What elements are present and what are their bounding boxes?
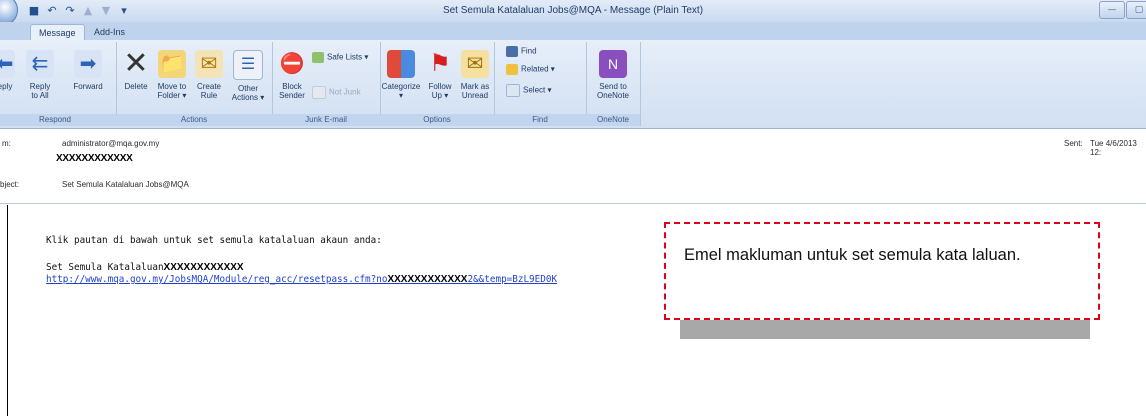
sent-label: Sent: [1064, 139, 1083, 148]
delete-button[interactable]: ✕ Delete [120, 47, 152, 92]
folder-move-icon: 📁 [158, 50, 186, 78]
envelope-icon: ✉ [461, 50, 489, 78]
create-rule-button[interactable]: ✉ Create Rule [192, 50, 226, 100]
not-junk-button[interactable]: Not Junk [312, 86, 361, 99]
to-redacted: XXXXXXXXXXXX [56, 153, 133, 164]
outlook-message-window: ■ ↶ ↷ ▲ ▼ ▾ Set Semula Katalaluan Jobs@M… [0, 0, 1146, 416]
ribbon-tabs: Message Add-Ins [0, 22, 1146, 41]
other-actions-icon: ☰ [233, 50, 263, 80]
categorize-icon [387, 50, 415, 78]
onenote-group: N Send to OneNote OneNote [586, 42, 641, 126]
binoculars-icon [506, 46, 518, 57]
respond-group: ⬅ eply ⇇ Reply to All ➡ Forward Respond [0, 42, 117, 126]
related-icon [506, 64, 518, 75]
block-sender-icon: ⛔ [279, 53, 305, 75]
forward-icon: ➡ [74, 50, 102, 78]
select-cursor-icon [506, 84, 520, 97]
actions-group: ✕ Delete 📁 Move to Folder ▾ ✉ Create Rul… [116, 42, 273, 126]
maximize-button[interactable]: ▢ [1126, 1, 1146, 19]
window-controls: — ▢ [1099, 1, 1146, 19]
link-redacted: XXXXXXXXXXXX [387, 274, 468, 285]
reply-all-button[interactable]: ⇇ Reply to All [20, 50, 60, 100]
callout-text: Emel makluman untuk set semula kata lalu… [684, 246, 1021, 264]
message-header: m: administrator@mqa.gov.my XXXXXXXXXXXX… [0, 129, 1146, 203]
junk-email-group-label: Junk E-mail [272, 114, 380, 126]
safe-lists-button[interactable]: Safe Lists ▾ [312, 52, 368, 63]
ribbon: ⬅ eply ⇇ Reply to All ➡ Forward Respond … [0, 40, 1146, 129]
safe-lists-icon [312, 52, 324, 63]
title-bar: ■ ↶ ↷ ▲ ▼ ▾ Set Semula Katalaluan Jobs@M… [0, 0, 1146, 26]
onenote-icon: N [599, 50, 627, 78]
send-to-onenote-button[interactable]: N Send to OneNote [592, 50, 634, 100]
block-sender-button[interactable]: ⛔ Block Sender [276, 50, 308, 100]
window-title: Set Semula Katalaluan Jobs@MQA - Message… [442, 5, 704, 16]
message-line-1: Klik pautan di bawah untuk set semula ka… [46, 235, 382, 246]
respond-group-label: Respond [0, 114, 116, 126]
tab-message[interactable]: Message [30, 24, 85, 41]
forward-button[interactable]: ➡ Forward [66, 50, 110, 91]
options-group: Categorize ▾ ⚑ Follow Up ▾ ✉ Mark as Unr… [380, 42, 495, 126]
link-part-2: 2&&temp=BzL9ED0K [467, 274, 558, 285]
header-divider [0, 203, 1146, 204]
message-line-2-redacted: XXXXXXXXXXXX [163, 262, 244, 273]
subject-label: bject: [0, 180, 20, 189]
related-button[interactable]: Related ▾ [506, 64, 555, 75]
message-line-2: Set Semula KatalaluanXXXXXXXXXXXX [46, 262, 244, 273]
mark-as-unread-button[interactable]: ✉ Mark as Unread [458, 50, 492, 100]
create-rule-icon: ✉ [195, 50, 223, 78]
reply-button[interactable]: ⬅ eply [0, 50, 16, 91]
other-actions-button[interactable]: ☰ Other Actions ▾ [228, 50, 268, 102]
categorize-button[interactable]: Categorize ▾ [380, 50, 422, 100]
minimize-button[interactable]: — [1099, 1, 1125, 19]
actions-group-label: Actions [116, 114, 272, 126]
not-junk-icon [312, 86, 326, 99]
reset-password-link[interactable]: http://www.mqa.gov.my/JobsMQA/Module/reg… [46, 274, 557, 285]
options-group-label: Options [380, 114, 494, 126]
find-group-label: Find [494, 114, 586, 126]
delete-icon: ✕ [123, 47, 149, 80]
find-group: Find Related ▾ Select ▾ Find [494, 42, 587, 126]
flag-icon: ⚑ [429, 50, 451, 77]
sent-value: Tue 4/6/2013 12: [1090, 139, 1137, 157]
from-label: m: [2, 139, 11, 148]
body-left-border [7, 205, 8, 416]
reply-icon: ⬅ [0, 50, 15, 78]
junk-email-group: ⛔ Block Sender Safe Lists ▾ Not Junk Jun… [272, 42, 381, 126]
move-to-folder-button[interactable]: 📁 Move to Folder ▾ [154, 50, 190, 100]
message-line-2-prefix: Set Semula Katalaluan [46, 262, 164, 273]
link-part-1: http://www.mqa.gov.my/JobsMQA/Module/reg… [46, 274, 388, 285]
select-button[interactable]: Select ▾ [506, 84, 551, 97]
follow-up-button[interactable]: ⚑ Follow Up ▾ [424, 50, 456, 100]
subject-value: Set Semula Katalaluan Jobs@MQA [62, 180, 189, 189]
onenote-group-label: OneNote [586, 114, 640, 126]
from-value[interactable]: administrator@mqa.gov.my [62, 139, 159, 148]
reply-all-icon: ⇇ [26, 50, 54, 78]
annotation-callout: Emel makluman untuk set semula kata lalu… [664, 222, 1100, 320]
find-button[interactable]: Find [506, 46, 537, 57]
tab-addins[interactable]: Add-Ins [86, 24, 133, 40]
